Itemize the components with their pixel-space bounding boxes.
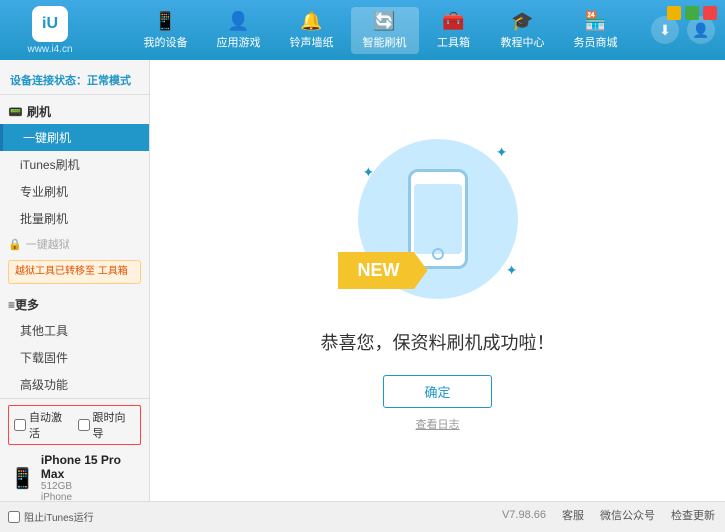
sidebar-item-batch-flash[interactable]: 批量刷机: [0, 205, 149, 232]
footer-right: V7.98.66 客服 微信公众号 检查更新: [502, 507, 715, 523]
auto-activate-label[interactable]: 自动激活: [14, 409, 72, 441]
main-content: NEW ✦ ✦ ✦ 恭喜您，保资料刷机成功啦！ 确定 查看日志: [150, 60, 725, 501]
app-logo: iU www.i4.cn: [10, 6, 90, 55]
main-layout: 设备连接状态：正常模式 📟 刷机 一键刷机 iTunes刷机 专业刷机 批量刷机…: [0, 60, 725, 501]
sparkle-icon-1: ✦: [496, 144, 508, 161]
download-firmware-label: 下载固件: [20, 351, 68, 365]
status-value: 正常模式: [87, 75, 131, 87]
status-label: 设备连接状态：: [10, 75, 87, 87]
notice-text: 越狱工具已转移至 工具箱: [15, 266, 128, 277]
main-nav: 📱 我的设备 👤 应用游戏 🔔 铃声墙纸 🔄 智能刷机 🧰 工具箱 🎓 教程中心…: [110, 7, 651, 54]
nav-toolbox-label: 工具箱: [437, 34, 470, 50]
device-info: 📱 iPhone 15 Pro Max 512GB iPhone: [8, 449, 141, 507]
nav-ringtones-label: 铃声墙纸: [290, 34, 334, 50]
nav-ringtones[interactable]: 🔔 铃声墙纸: [278, 7, 346, 54]
maximize-button[interactable]: [685, 6, 699, 20]
success-illustration: NEW ✦ ✦ ✦: [348, 129, 528, 309]
phone-home-button: [432, 248, 444, 260]
block-itunes-label: 阻止iTunes运行: [24, 509, 94, 524]
sidebar-item-one-click-flash[interactable]: 一键刷机: [0, 124, 149, 151]
footer-customer-service[interactable]: 客服: [562, 507, 584, 523]
tutorial-icon: 🎓: [511, 11, 533, 32]
sidebar-bottom: 自动激活 跟时向导 📱 iPhone 15 Pro Max 512GB iPho…: [0, 398, 149, 532]
device-details: iPhone 15 Pro Max 512GB iPhone: [41, 453, 139, 503]
sparkle-icon-3: ✦: [506, 262, 518, 279]
view-log-link[interactable]: 查看日志: [416, 416, 460, 432]
nav-my-device[interactable]: 📱 我的设备: [132, 7, 200, 54]
flash-section-icon: 📟: [8, 105, 23, 119]
one-click-flash-label: 一键刷机: [23, 131, 71, 145]
nav-toolbox[interactable]: 🧰 工具箱: [424, 7, 484, 54]
nav-tutorial-label: 教程中心: [501, 34, 545, 50]
close-button[interactable]: [703, 6, 717, 20]
time-guide-label[interactable]: 跟时向导: [78, 409, 136, 441]
nav-my-device-label: 我的设备: [144, 34, 188, 50]
download-button[interactable]: ⬇: [651, 16, 679, 44]
app-header: iU www.i4.cn 📱 我的设备 👤 应用游戏 🔔 铃声墙纸 🔄 智能刷机…: [0, 0, 725, 60]
phone-screen: [414, 184, 462, 254]
confirm-button[interactable]: 确定: [383, 375, 491, 408]
nav-smart-flash[interactable]: 🔄 智能刷机: [351, 7, 419, 54]
logo-subtitle: www.i4.cn: [27, 44, 72, 55]
new-ribbon: NEW: [338, 252, 428, 289]
logo-icon: iU: [32, 6, 68, 42]
more-section-icon: ≡: [8, 298, 15, 312]
block-itunes-checkbox[interactable]: [8, 511, 20, 523]
device-storage: 512GB: [41, 481, 139, 492]
sidebar-item-download-firmware[interactable]: 下载固件: [0, 344, 149, 371]
minimize-button[interactable]: [667, 6, 681, 20]
user-button[interactable]: 👤: [687, 16, 715, 44]
itunes-row: 阻止iTunes运行: [8, 507, 141, 526]
success-message: 恭喜您，保资料刷机成功啦！: [321, 329, 555, 355]
nav-business[interactable]: 🏪 务员商城: [562, 7, 630, 54]
connection-status: 设备连接状态：正常模式: [0, 66, 149, 95]
jailbreak-notice: 越狱工具已转移至 工具箱: [8, 260, 141, 284]
sidebar-item-itunes-flash[interactable]: iTunes刷机: [0, 151, 149, 178]
footer-wechat[interactable]: 微信公众号: [600, 507, 655, 523]
toolbox-icon: 🧰: [442, 11, 464, 32]
itunes-flash-label: iTunes刷机: [20, 158, 80, 172]
device-phone-icon: 📱: [10, 466, 35, 491]
nav-tutorial[interactable]: 🎓 教程中心: [489, 7, 557, 54]
more-section-label: 更多: [15, 296, 39, 313]
sidebar-item-other-tools[interactable]: 其他工具: [0, 317, 149, 344]
apps-games-icon: 👤: [227, 11, 249, 32]
smart-flash-icon: 🔄: [373, 11, 395, 32]
auto-activate-checkbox[interactable]: [14, 419, 26, 431]
advanced-label: 高级功能: [20, 378, 68, 392]
ringtones-icon: 🔔: [300, 11, 322, 32]
nav-apps-games[interactable]: 👤 应用游戏: [205, 7, 273, 54]
sparkle-icon-2: ✦: [363, 164, 375, 181]
jailbreak-section-header: 🔒 一键越狱: [0, 232, 149, 256]
nav-business-label: 务员商城: [574, 34, 618, 50]
device-name: iPhone 15 Pro Max: [41, 453, 139, 481]
flash-section-label: 刷机: [27, 103, 51, 120]
pro-flash-label: 专业刷机: [20, 185, 68, 199]
time-guide-checkbox[interactable]: [78, 419, 90, 431]
ribbon-text: NEW: [358, 260, 400, 280]
footer-check-update[interactable]: 检查更新: [671, 507, 715, 523]
phone-body: [408, 169, 468, 269]
device-type: iPhone: [41, 492, 139, 503]
auto-activate-row: 自动激活 跟时向导: [8, 405, 141, 445]
nav-apps-games-label: 应用游戏: [217, 34, 261, 50]
jailbreak-icon: 🔒: [8, 238, 22, 251]
sidebar-item-advanced[interactable]: 高级功能: [0, 371, 149, 398]
sidebar-item-pro-flash[interactable]: 专业刷机: [0, 178, 149, 205]
sidebar: 设备连接状态：正常模式 📟 刷机 一键刷机 iTunes刷机 专业刷机 批量刷机…: [0, 60, 150, 501]
my-device-icon: 📱: [154, 11, 176, 32]
nav-smart-flash-label: 智能刷机: [363, 34, 407, 50]
flash-section-header: 📟 刷机: [0, 99, 149, 124]
more-section-header: ≡ 更多: [0, 292, 149, 317]
jailbreak-label: 一键越狱: [26, 236, 70, 252]
header-actions: ⬇ 👤: [651, 16, 715, 44]
other-tools-label: 其他工具: [20, 324, 68, 338]
app-version: V7.98.66: [502, 509, 546, 521]
business-icon: 🏪: [584, 11, 606, 32]
batch-flash-label: 批量刷机: [20, 212, 68, 226]
